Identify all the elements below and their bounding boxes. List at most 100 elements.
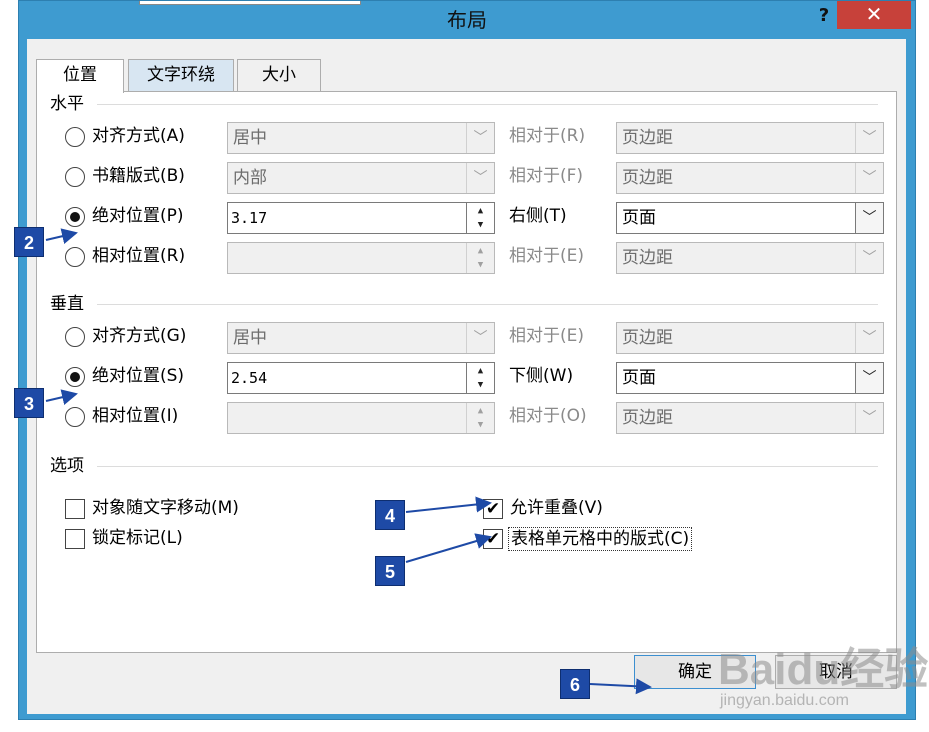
v-absolute-row: 绝对位置(S) 2.54 ▲ ▼ 下侧(W) 页面 ﹀ [37,360,896,394]
h-relative-relative-select[interactable]: 页边距 ﹀ [616,242,884,274]
lock-anchor-checkbox[interactable] [65,529,85,549]
v-align-relative-select[interactable]: 页边距 ﹀ [616,322,884,354]
v-relative-relative-select[interactable]: 页边距 ﹀ [616,402,884,434]
h-book-row: 书籍版式(B) 内部 ﹀ 相对于(F) 页边距 ﹀ [37,160,896,194]
v-align-radio[interactable] [65,327,85,347]
step-marker-2: 2 [14,227,44,257]
lock-anchor-label: 锁定标记(L) [92,528,183,548]
h-align-row: 对齐方式(A) 居中 ﹀ 相对于(R) 页边距 ﹀ [37,120,896,154]
h-align-value: 居中 [233,128,267,148]
v-align-label: 对齐方式(G) [92,326,187,346]
chevron-down-icon: ﹀ [466,123,494,153]
h-absolute-value: 3.17 [231,209,268,227]
chevron-down-icon: ﹀ [855,363,883,393]
dialog-body: 位置 文字环绕 大小 水平 对齐方式(A) 居中 ﹀ 相对于(R) 页边距 ﹀ 书籍… [27,39,906,714]
spin-arrows-icon[interactable]: ▲ ▼ [466,243,494,273]
tab-position[interactable]: 位置 [36,59,124,93]
v-absolute-relative-value: 页面 [622,368,656,388]
h-book-select[interactable]: 内部 ﹀ [227,162,495,194]
checkmark-icon: ✔ [485,529,501,549]
v-align-select[interactable]: 居中 ﹀ [227,322,495,354]
h-align-relative-select[interactable]: 页边距 ﹀ [616,122,884,154]
section-divider [97,466,878,467]
chevron-down-icon: ﹀ [855,163,883,193]
step-marker-6: 6 [560,669,590,699]
horizontal-heading: 水平 [50,93,92,115]
v-absolute-value: 2.54 [231,369,268,387]
h-relative-relative-label: 相对于(E) [509,246,585,266]
h-book-relative-label: 相对于(F) [509,166,584,186]
chevron-down-icon: ﹀ [855,323,883,353]
h-absolute-label: 绝对位置(P) [92,206,184,226]
tab-panel-position: 水平 对齐方式(A) 居中 ﹀ 相对于(R) 页边距 ﹀ 书籍版式(B) 内部 ﹀ 相… [36,91,897,653]
h-book-value: 内部 [233,168,267,188]
section-divider [97,104,878,105]
v-align-row: 对齐方式(G) 居中 ﹀ 相对于(E) 页边距 ﹀ [37,320,896,354]
v-align-relative-value: 页边距 [622,328,673,348]
h-align-relative-label: 相对于(R) [509,126,586,146]
options-heading: 选项 [50,455,92,477]
h-absolute-radio[interactable] [65,207,85,227]
h-align-relative-value: 页边距 [622,128,673,148]
step-marker-3: 3 [14,388,44,418]
chevron-down-icon: ﹀ [855,243,883,273]
v-absolute-radio[interactable] [65,367,85,387]
section-divider [97,304,878,305]
tab-size[interactable]: 大小 [237,59,321,91]
spin-arrows-icon[interactable]: ▲ ▼ [466,363,494,393]
h-book-relative-select[interactable]: 页边距 ﹀ [616,162,884,194]
vertical-heading: 垂直 [50,293,92,315]
move-with-text-checkbox[interactable] [65,499,85,519]
allow-overlap-label: 允许重叠(V) [510,498,603,518]
h-book-radio[interactable] [65,167,85,187]
h-relative-row: 相对位置(R) ▲ ▼ 相对于(E) 页边距 ﹀ [37,240,896,274]
h-absolute-relative-value: 页面 [622,208,656,228]
v-absolute-label: 绝对位置(S) [92,366,185,386]
h-align-select[interactable]: 居中 ﹀ [227,122,495,154]
allow-overlap-checkbox[interactable]: ✔ [483,499,503,519]
step-marker-4: 4 [375,500,405,530]
watermark-url: jingyan.baidu.com [720,692,849,709]
h-relative-relative-value: 页边距 [622,248,673,268]
chevron-down-icon: ﹀ [855,123,883,153]
h-book-label: 书籍版式(B) [92,166,185,186]
spin-arrows-icon[interactable]: ▲ ▼ [466,203,494,233]
h-relative-input[interactable]: ▲ ▼ [227,242,495,274]
h-book-relative-value: 页边距 [622,168,673,188]
h-align-radio[interactable] [65,127,85,147]
v-relative-input[interactable]: ▲ ▼ [227,402,495,434]
dialog-title: 布局 [447,8,487,32]
chevron-down-icon: ﹀ [855,403,883,433]
h-relative-label: 相对位置(R) [92,246,186,266]
chevron-down-icon: ﹀ [466,323,494,353]
v-relative-radio[interactable] [65,407,85,427]
h-absolute-relative-label: 右侧(T) [509,206,567,226]
layout-in-cell-label: 表格单元格中的版式(C) [508,527,693,551]
v-absolute-input[interactable]: 2.54 ▲ ▼ [227,362,495,394]
v-absolute-relative-select[interactable]: 页面 ﹀ [616,362,884,394]
v-relative-relative-value: 页边距 [622,408,673,428]
close-button[interactable]: ✕ [837,1,911,29]
v-align-relative-label: 相对于(E) [509,326,585,346]
chevron-down-icon: ﹀ [466,163,494,193]
h-absolute-input[interactable]: 3.17 ▲ ▼ [227,202,495,234]
v-relative-relative-label: 相对于(O) [509,406,587,426]
watermark-brand: Baidu经验 [718,645,929,694]
tab-text-wrapping[interactable]: 文字环绕 [128,59,234,91]
help-button[interactable]: ? [809,3,839,29]
layout-dialog: 布局 ? ✕ 位置 文字环绕 大小 水平 对齐方式(A) 居中 ﹀ 相对于(R) … [18,0,916,720]
h-relative-radio[interactable] [65,247,85,267]
h-absolute-relative-select[interactable]: 页面 ﹀ [616,202,884,234]
h-absolute-row: 绝对位置(P) 3.17 ▲ ▼ 右侧(T) 页面 ﹀ [37,200,896,234]
v-relative-row: 相对位置(I) ▲ ▼ 相对于(O) 页边距 ﹀ [37,400,896,434]
chevron-down-icon: ﹀ [855,203,883,233]
v-absolute-relative-label: 下侧(W) [509,366,574,386]
step-marker-5: 5 [375,556,405,586]
layout-in-cell-checkbox[interactable]: ✔ [483,529,503,549]
v-align-value: 居中 [233,328,267,348]
v-relative-label: 相对位置(I) [92,406,179,426]
spin-arrows-icon[interactable]: ▲ ▼ [466,403,494,433]
checkmark-icon: ✔ [485,499,501,519]
h-align-label: 对齐方式(A) [92,126,185,146]
move-with-text-label: 对象随文字移动(M) [92,498,239,518]
